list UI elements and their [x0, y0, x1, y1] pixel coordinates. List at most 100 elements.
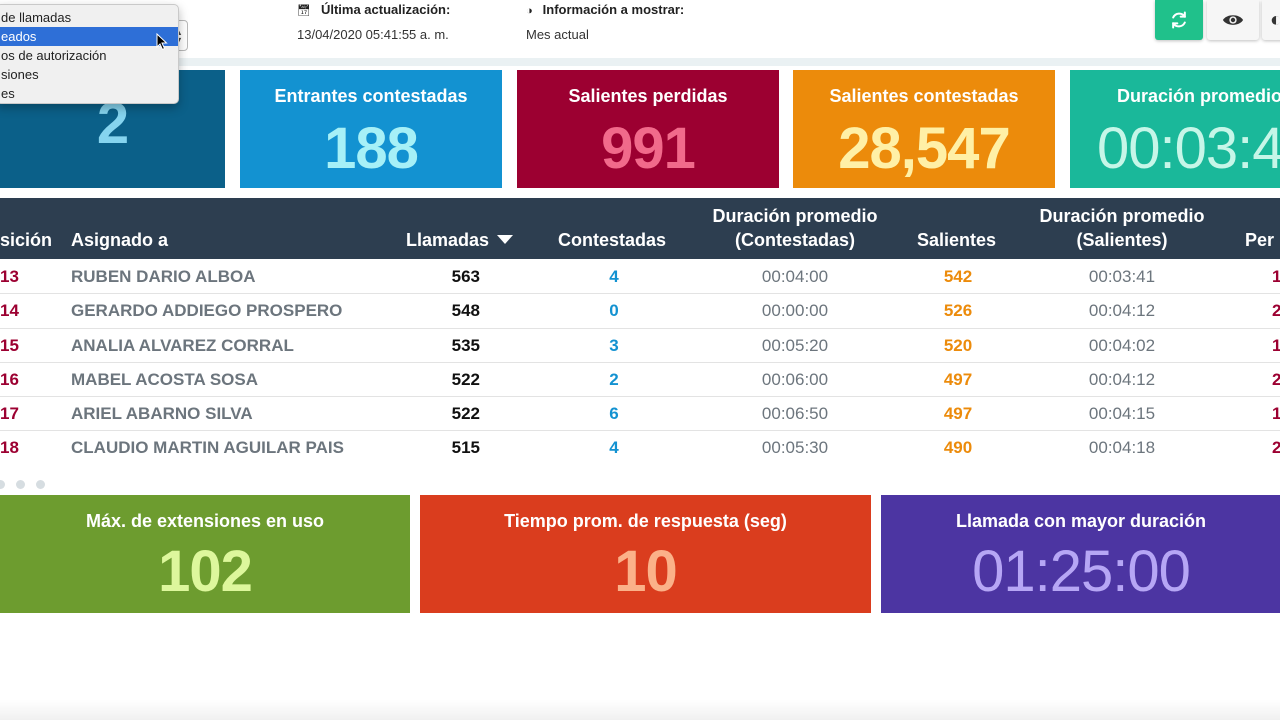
cell-assigned: RUBEN DARIO ALBOA	[71, 267, 256, 286]
sort-desc-icon	[497, 235, 514, 245]
cell-position: 14	[0, 301, 19, 321]
cell-calls: 515	[451, 438, 480, 458]
cell-lost: 2	[1272, 369, 1280, 389]
col-header-position[interactable]: sición	[0, 228, 52, 252]
calendar-icon: 📅︎	[297, 5, 311, 17]
cell-avg-outgoing: 00:04:12	[1088, 301, 1156, 321]
card-value: 991	[601, 116, 696, 181]
cell-avg-outgoing: 00:04:18	[1088, 438, 1156, 458]
cell-outgoing: 542	[943, 267, 973, 286]
cell-outgoing: 526	[943, 301, 973, 321]
last-update-value: 13/04/2020 05:41:55 a. m.	[297, 27, 449, 42]
dropdown-item[interactable]: de llamadas	[0, 8, 178, 27]
settings-button[interactable]: ◐	[1262, 0, 1280, 40]
stat-card-incoming-answered: Entrantes contestadas 188	[240, 70, 502, 188]
mouse-cursor-icon	[156, 33, 168, 51]
view-button[interactable]	[1207, 0, 1259, 40]
info-to-show-value[interactable]: Mes actual	[526, 27, 589, 42]
cell-outgoing: 497	[943, 404, 973, 424]
top-bar: ▲▼ 📅︎Última actualización: 13/04/2020 05…	[0, 0, 1280, 58]
eye-icon	[1222, 15, 1244, 25]
cell-avg-outgoing: 00:04:02	[1088, 335, 1156, 355]
cell-avg-answered: 00:05:20	[761, 335, 829, 355]
dropdown-item[interactable]: es	[0, 84, 178, 103]
cell-calls: 548	[451, 301, 480, 321]
cell-assigned: ARIEL ABARNO SILVA	[71, 404, 253, 424]
info-to-show-label: ◑ Información a mostrar:	[526, 2, 685, 17]
cell-assigned: MABEL ACOSTA SOSA	[71, 369, 259, 389]
cell-lost: 1	[1272, 267, 1280, 286]
cell-avg-answered: 00:00:00	[761, 301, 829, 321]
table-row: 14 GERARDO ADDIEGO PROSPERO 548 0 00:00:…	[0, 294, 1280, 329]
col-header-avg-answered-line1: Duración promedio	[712, 206, 878, 226]
cell-answered: 3	[609, 335, 619, 355]
cell-lost: 1	[1272, 335, 1280, 355]
col-header-calls-label: Llamadas	[406, 230, 490, 250]
card-title: Máx. de extensiones en uso	[85, 511, 325, 531]
table-row: 17 ARIEL ABARNO SILVA 522 6 00:06:50 497…	[0, 397, 1280, 432]
dropdown-item[interactable]: os de autorización	[0, 46, 178, 65]
contrast-icon: ◑	[526, 5, 533, 17]
cell-position: 13	[0, 267, 19, 286]
cell-answered: 2	[609, 369, 619, 389]
pagination-dots	[0, 476, 56, 489]
card-value: 10	[614, 539, 678, 604]
cell-avg-outgoing: 00:04:15	[1088, 404, 1156, 424]
cell-avg-answered: 00:06:50	[761, 404, 829, 424]
col-header-avg-answered-line2: (Contestadas)	[734, 230, 855, 250]
settings-icon: ◐	[1270, 8, 1280, 31]
card-title: Entrantes contestadas	[274, 86, 468, 106]
header-divider	[0, 58, 1280, 66]
card-value: 00:03:47	[1097, 116, 1280, 181]
pagination-dot[interactable]	[0, 480, 5, 489]
col-header-avg-outgoing-line1: Duración promedio	[1039, 206, 1205, 226]
ranking-table-body: 13 RUBEN DARIO ALBOA 563 4 00:04:00 542 …	[0, 260, 1280, 466]
bottom-edge	[0, 700, 1280, 720]
col-header-avg-outgoing[interactable]: Duración promedio (Salientes)	[1032, 204, 1212, 252]
ranking-table-header: sición Asignado a Llamadas Contestadas D…	[0, 198, 1280, 259]
pagination-dot[interactable]	[16, 480, 25, 489]
cell-assigned: CLAUDIO MARTIN AGUILAR PAIS	[71, 438, 344, 458]
col-header-lost[interactable]: Per	[1245, 228, 1274, 252]
card-title: Duración promedio	[1117, 86, 1280, 106]
col-header-answered[interactable]: Contestadas	[558, 228, 666, 252]
cell-calls: 535	[451, 335, 480, 355]
cell-answered: 0	[609, 301, 619, 321]
dropdown-item[interactable]: siones	[0, 65, 178, 84]
col-header-calls[interactable]: Llamadas	[406, 228, 514, 252]
cell-outgoing: 497	[943, 369, 973, 389]
col-header-outgoing[interactable]: Salientes	[917, 228, 996, 252]
stat-card-avg-response-time: Tiempo prom. de respuesta (seg) 10	[420, 495, 871, 613]
col-header-avg-answered[interactable]: Duración promedio (Contestadas)	[705, 204, 885, 252]
card-value: 102	[158, 539, 253, 604]
col-header-avg-outgoing-line2: (Salientes)	[1076, 230, 1168, 250]
table-row: 15 ANALIA ALVAREZ CORRAL 535 3 00:05:20 …	[0, 329, 1280, 363]
cell-assigned: GERARDO ADDIEGO PROSPERO	[71, 301, 343, 321]
cell-calls: 522	[451, 369, 480, 389]
cell-avg-answered: 00:05:30	[761, 438, 829, 458]
cell-calls: 563	[451, 267, 480, 286]
cell-outgoing: 520	[943, 335, 973, 355]
cell-avg-outgoing: 00:03:41	[1088, 267, 1156, 286]
table-row: 16 MABEL ACOSTA SOSA 522 2 00:06:00 497 …	[0, 363, 1280, 398]
stat-card-average-duration: Duración promedio 00:03:47	[1070, 70, 1280, 188]
stat-card-longest-call: Llamada con mayor duración 01:25:00	[881, 495, 1280, 613]
table-row: 18 CLAUDIO MARTIN AGUILAR PAIS 515 4 00:…	[0, 431, 1280, 465]
cell-lost: 1	[1272, 404, 1280, 424]
view-dropdown-menu[interactable]: de llamadas eados os de autorización sio…	[0, 4, 179, 104]
col-header-assigned[interactable]: Asignado a	[71, 228, 168, 252]
stat-card-max-extensions: Máx. de extensiones en uso 102	[0, 495, 410, 613]
cell-lost: 2	[1272, 301, 1280, 321]
stat-card-outgoing-missed: Salientes perdidas 991	[517, 70, 779, 188]
refresh-button[interactable]	[1155, 0, 1203, 40]
cell-position: 17	[0, 404, 19, 424]
dropdown-item-selected[interactable]: eados	[0, 27, 178, 46]
cell-answered: 6	[609, 404, 619, 424]
cell-avg-answered: 00:04:00	[761, 267, 829, 286]
cell-position: 15	[0, 335, 19, 355]
cell-lost: 2	[1272, 438, 1280, 458]
pagination-dot[interactable]	[36, 480, 45, 489]
cell-calls: 522	[451, 404, 480, 424]
refresh-icon	[1172, 11, 1186, 29]
cell-avg-outgoing: 00:04:12	[1088, 369, 1156, 389]
